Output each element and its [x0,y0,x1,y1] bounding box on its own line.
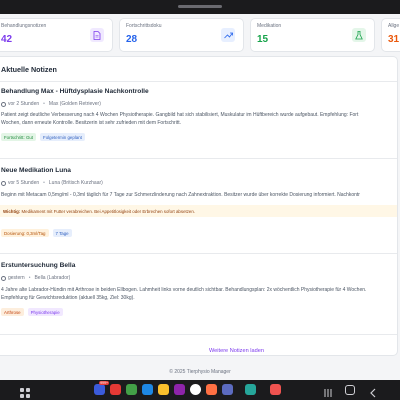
stat-card-medikation[interactable]: Medikation 15 [250,18,375,52]
clock-icon [1,180,6,186]
note-title: Erstuntersuchung Bella [1,262,76,269]
note-body-line: Wochen, dann erneute Kontrolle. Besitzer… [1,119,181,126]
recents-icon[interactable] [323,385,333,397]
stat-label: Behandlungsnotizen [1,23,47,29]
gallery-app-icon[interactable] [174,384,185,395]
contacts-app-icon[interactable]: 999+ [94,381,109,395]
tag: Dosierung: 0,3ml/Tag [1,229,49,237]
note-body-line: Empfehlung für Gewichtsreduktion (aktuel… [1,294,135,301]
note-meta: gestern • Bella (Labrador) [1,275,70,281]
stat-card-fortschrittsdoku[interactable]: Fortschrittsdoku 28 [119,18,244,52]
trend-up-icon [221,28,235,42]
bullet: • [28,275,31,281]
warning-text: Wichtig: Medikament mit Futter verabreic… [3,209,195,214]
flask-icon [352,28,366,42]
note-item[interactable]: Neue Medikation Luna vor 5 Stunden • Lun… [0,167,397,257]
notification-badge: 999+ [99,381,109,385]
phone-app-icon[interactable] [126,384,137,395]
divider [0,158,397,159]
bullet: • [43,101,45,107]
chrome-app-icon[interactable] [190,384,201,395]
drag-handle[interactable] [178,5,222,8]
files-app-icon[interactable] [158,384,169,395]
stat-label: Fortschrittsdoku [126,23,162,29]
tag-list: Dosierung: 0,3ml/Tag 7 Tage [1,229,72,237]
load-more-button[interactable]: Weitere Notizen laden [209,348,264,354]
note-body-line: 4 Jahre alte Labrador-Hündin mit Arthros… [1,287,367,293]
note-item[interactable]: Behandlung Max - Hüftdysplasie Nachkontr… [0,88,397,158]
stat-value: 31 [388,34,400,45]
app-icon[interactable] [270,384,281,395]
note-title: Behandlung Max - Hüftdysplasie Nachkontr… [1,88,149,95]
media-app-icon[interactable] [110,384,121,395]
divider [0,334,397,335]
tag-list: Arthrose Physiotherapie [1,308,63,316]
tag: Physiotherapie [27,308,63,316]
messages-app-icon[interactable] [142,384,153,395]
tag: Arthrose [1,308,24,316]
note-patient: Luna (Britisch Kurzhaar) [48,180,103,186]
note-time: vor 5 Stunden [8,180,40,186]
stat-value: 42 [1,34,13,45]
stat-label: Allge [388,23,400,29]
note-title: Neue Medikation Luna [1,167,71,174]
tag-list: Fortschritt: Gut Folgetermin geplant [1,133,85,141]
status-bar [0,0,400,14]
note-body-line: Beginn mit Metacam 0,5mg/ml - 0,3ml tägl… [1,192,360,198]
stat-value: 28 [126,34,138,45]
note-meta: vor 5 Stunden • Luna (Britisch Kurzhaar) [1,180,103,186]
note-item[interactable]: Erstuntersuchung Bella gestern • Bella (… [0,262,397,332]
clock-icon [1,275,6,281]
footer: © 2025 Tierphysio Manager [169,369,231,375]
warning-message: Medikament mit Futter verabreichen. Bei … [21,208,196,214]
divider [0,253,397,254]
app-icon[interactable] [206,384,217,395]
app-grid-icon[interactable] [20,385,30,398]
note-patient: Max (Golden Retriever) [48,101,101,107]
note-time: vor 2 Stunden [8,101,40,107]
tag: Folgetermin geplant [40,133,85,141]
stats-row: Behandlungsnotizen 42 Fortschrittsdoku 2… [0,14,400,54]
note-body-line: Patient zeigt deutliche Verbesserung nac… [1,112,359,118]
note-meta: vor 2 Stunden • Max (Golden Retriever) [1,101,101,107]
note-time: gestern [8,275,25,281]
stat-card-allgemein[interactable]: Allge 31 [381,18,400,52]
app-screen: Behandlungsnotizen 42 Fortschrittsdoku 2… [0,14,400,380]
divider [0,81,397,82]
stat-card-behandlungsnotizen[interactable]: Behandlungsnotizen 42 [0,18,113,52]
home-icon[interactable] [345,385,355,395]
panel-title: Aktuelle Notizen [1,65,57,74]
bullet: • [43,180,45,186]
note-patient: Bella (Labrador) [34,275,71,281]
document-icon [90,28,104,42]
stat-value: 15 [257,34,269,45]
back-icon[interactable] [368,385,378,398]
warning-label: Wichtig: [3,208,21,214]
tag: 7 Tage [52,229,72,237]
clock-icon [1,101,6,107]
tag: Fortschritt: Gut [1,133,37,141]
stat-label: Medikation [257,23,282,29]
system-nav-bar: 999+ [0,380,400,400]
app-icon[interactable] [222,384,233,395]
warning-box: Wichtig: Medikament mit Futter verabreic… [0,205,397,217]
notes-panel: Aktuelle Notizen Behandlung Max - Hüftdy… [0,56,398,356]
app-icon[interactable] [245,384,256,395]
